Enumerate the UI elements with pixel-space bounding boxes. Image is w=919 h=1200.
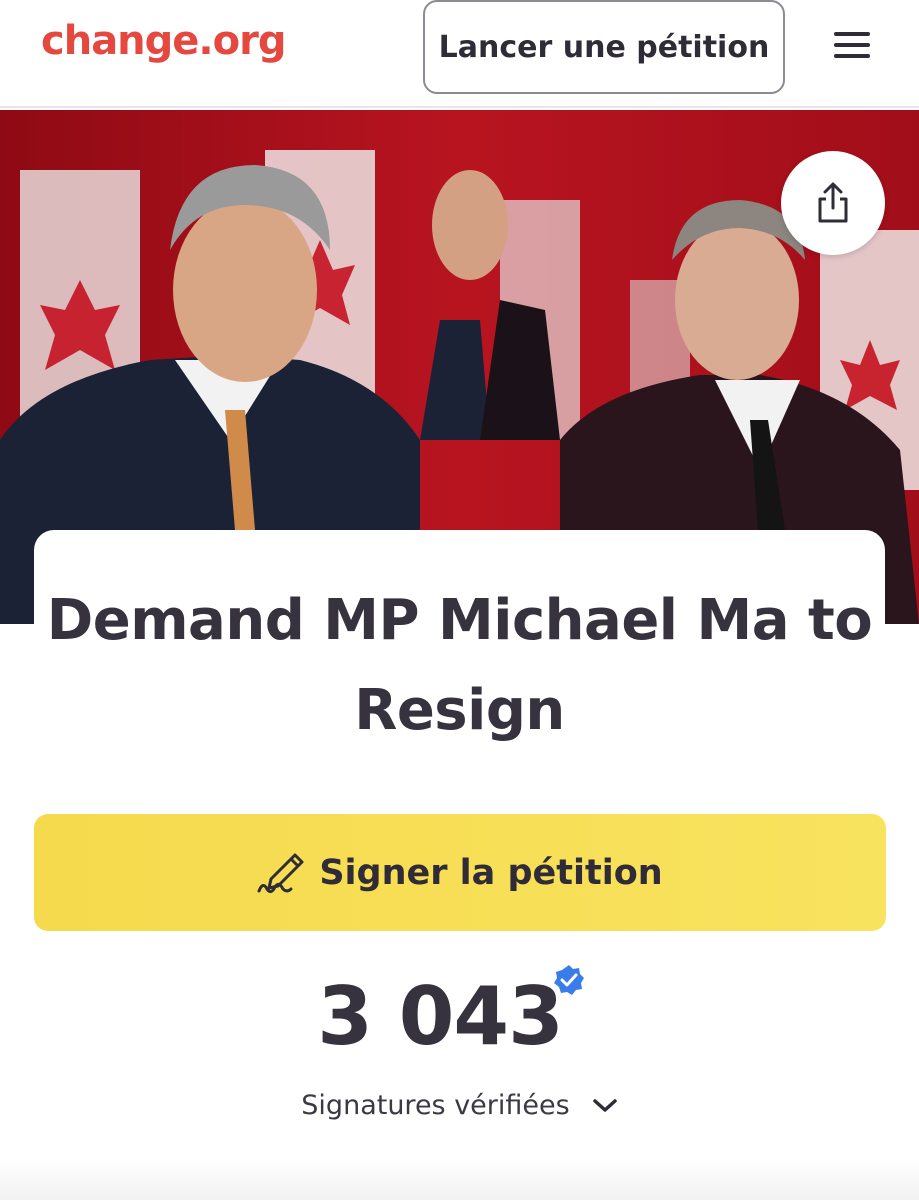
change-org-logo[interactable]: change.org	[41, 18, 286, 64]
share-icon	[818, 182, 848, 223]
top-bar: change.org Lancer une pétition	[0, 0, 919, 108]
verified-signatures-label: Signatures vérifiées	[301, 1090, 570, 1121]
start-petition-button[interactable]: Lancer une pétition	[423, 0, 785, 94]
chevron-down-icon	[592, 1098, 617, 1112]
share-button[interactable]	[781, 151, 885, 255]
menu-icon[interactable]	[830, 28, 874, 62]
petition-title: Demand MP Michael Ma to Resign	[46, 588, 873, 743]
petition-title-card: Demand MP Michael Ma to Resign	[34, 530, 885, 790]
signature-count: 3 043	[317, 970, 564, 1063]
sign-petition-label: Signer la pétition	[319, 852, 663, 893]
verified-signatures-toggle[interactable]: Signatures vérifiées	[0, 1090, 919, 1121]
signature-pen-icon	[257, 853, 304, 893]
verified-badge-icon	[554, 965, 584, 995]
bottom-fade	[0, 1160, 919, 1200]
sign-petition-button[interactable]: Signer la pétition	[34, 814, 886, 931]
